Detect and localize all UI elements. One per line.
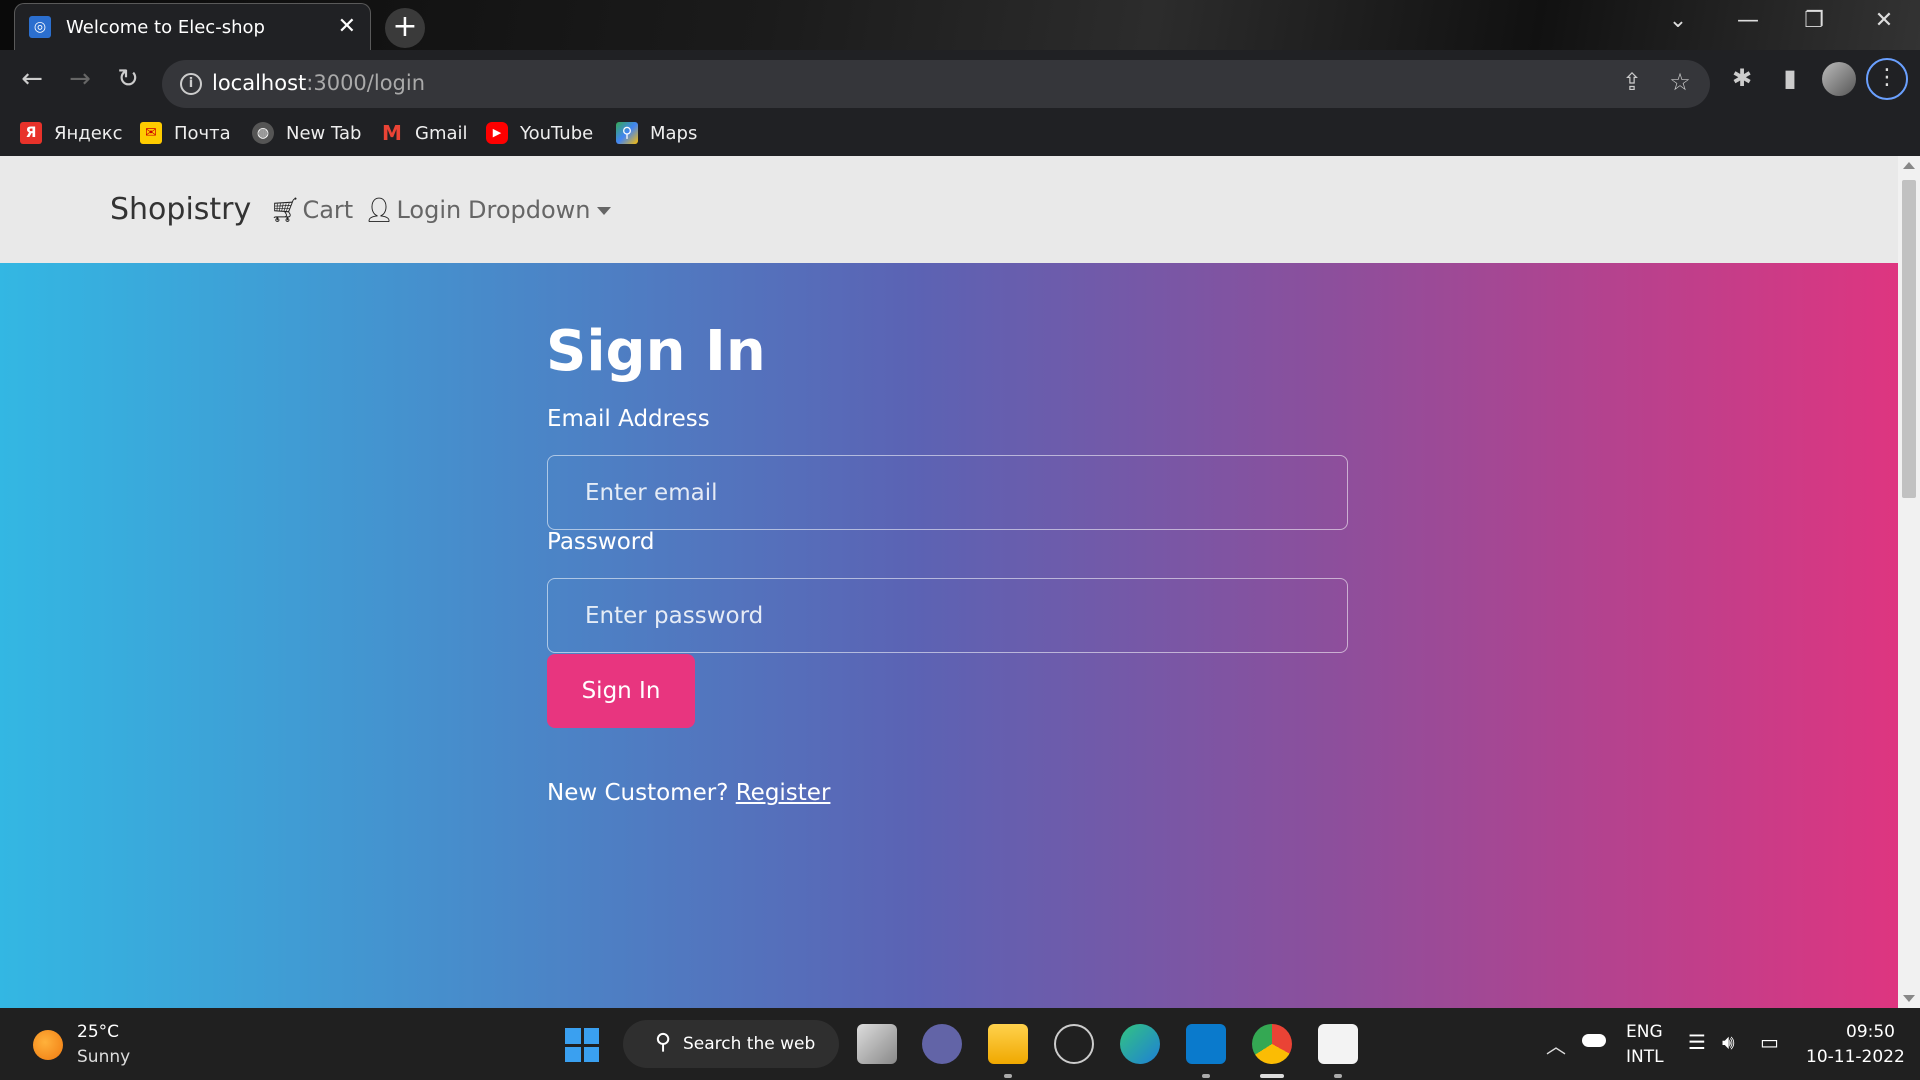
brand-logo[interactable]: Shopistry: [110, 192, 251, 227]
clock-time[interactable]: 09:50: [1846, 1022, 1895, 1042]
bookmark-label: Gmail: [415, 122, 468, 144]
login-section: Sign In Email Address Password Sign In N…: [0, 263, 1898, 1008]
maps-icon: ⚲: [616, 122, 638, 144]
url-path: :3000/login: [306, 71, 426, 95]
window-close-icon[interactable]: ✕: [1864, 8, 1904, 33]
keyboard-layout[interactable]: INTL: [1626, 1047, 1664, 1067]
battery-icon[interactable]: ▭: [1760, 1030, 1779, 1054]
explorer-running-indicator: [1004, 1074, 1012, 1078]
file-explorer-icon[interactable]: [988, 1024, 1028, 1064]
restore-icon[interactable]: ❐: [1794, 8, 1834, 33]
nav-cart-label: Cart: [302, 196, 354, 224]
bookmark-gmail[interactable]: M Gmail: [381, 120, 468, 146]
bookmark-youtube[interactable]: ▶ YouTube: [486, 120, 593, 146]
url-host: localhost: [212, 71, 307, 95]
language-code[interactable]: ENG: [1626, 1022, 1663, 1042]
tab-search-chevron-icon[interactable]: ⌄: [1658, 8, 1698, 33]
vscode-icon[interactable]: [1186, 1024, 1226, 1064]
chrome-icon[interactable]: [1252, 1024, 1292, 1064]
clock-date[interactable]: 10-11-2022: [1806, 1047, 1905, 1067]
bookmark-label: YouTube: [520, 122, 594, 144]
browser-tab-strip: ◎ Welcome to Elec-shop ✕ + ⌄ — ❐ ✕: [0, 0, 1920, 51]
browser-toolbar: ← → ↻ i localhost:3000/login ⇪ ☆ ✱ ▮ ⋮ Я…: [0, 50, 1920, 156]
task-view-icon[interactable]: [857, 1024, 897, 1064]
mail-icon: ✉: [140, 122, 162, 144]
register-link[interactable]: Register: [736, 780, 831, 806]
bookmark-label: Яндекс: [54, 122, 123, 144]
bookmark-label: Maps: [650, 122, 698, 144]
share-icon[interactable]: ⇪: [1616, 68, 1648, 96]
nav-dropdown-label: Dropdown: [468, 196, 591, 224]
new-tab-button[interactable]: +: [385, 8, 425, 48]
nav-cart-link[interactable]: 🛒︎Cart: [270, 196, 353, 224]
snipping-tool-icon[interactable]: [1318, 1024, 1358, 1064]
password-field[interactable]: [547, 578, 1348, 653]
wifi-icon[interactable]: ☰: [1688, 1030, 1706, 1054]
cart-icon: 🛒︎: [270, 196, 301, 224]
yandex-icon: Я: [20, 122, 42, 144]
vscode-running-indicator: [1202, 1074, 1210, 1078]
site-navbar: Shopistry 🛒︎Cart 👤︎Login Dropdown: [0, 156, 1898, 263]
caret-down-icon: [596, 207, 611, 215]
globe-icon: ◍: [252, 122, 274, 144]
browser-menu-icon[interactable]: ⋮: [1866, 58, 1908, 100]
onedrive-cloud-icon[interactable]: [1582, 1034, 1606, 1047]
nav-dropdown-toggle[interactable]: Dropdown: [468, 196, 611, 224]
nav-login-link[interactable]: 👤︎Login: [364, 196, 461, 224]
bookmark-star-icon[interactable]: ☆: [1664, 68, 1696, 96]
tab-favicon-icon: ◎: [29, 16, 51, 38]
email-field[interactable]: [547, 455, 1348, 530]
nav-login-label: Login: [396, 196, 462, 224]
teams-chat-icon[interactable]: [922, 1024, 962, 1064]
weather-description[interactable]: Sunny: [77, 1047, 130, 1067]
bookmark-pochta[interactable]: ✉ Почта: [140, 120, 231, 146]
sign-in-button[interactable]: Sign In: [547, 654, 695, 728]
snipping-running-indicator: [1334, 1074, 1342, 1078]
taskbar-search[interactable]: ⚲ Search the web: [623, 1020, 839, 1068]
bookmark-label: New Tab: [286, 122, 362, 144]
new-customer-text: New Customer? Register: [547, 780, 830, 806]
page-title: Sign In: [546, 319, 766, 384]
chrome-active-indicator: [1260, 1074, 1284, 1078]
email-label: Email Address: [547, 406, 710, 432]
scroll-thumb[interactable]: [1902, 180, 1916, 498]
side-panel-icon[interactable]: ▮: [1772, 64, 1808, 92]
youtube-icon: ▶: [486, 122, 508, 144]
tab-title: Welcome to Elec-shop: [66, 17, 265, 38]
browser-tab[interactable]: ◎ Welcome to Elec-shop ✕: [14, 3, 371, 51]
volume-icon[interactable]: 🔊︎: [1722, 1030, 1735, 1054]
new-customer-label: New Customer?: [547, 780, 736, 806]
sun-icon[interactable]: [33, 1030, 63, 1060]
weather-temperature[interactable]: 25°C: [77, 1022, 119, 1042]
forward-arrow-icon[interactable]: →: [62, 64, 98, 94]
back-arrow-icon[interactable]: ←: [14, 64, 50, 94]
gmail-icon: M: [382, 121, 402, 145]
url-text[interactable]: localhost:3000/login: [212, 71, 425, 95]
password-label: Password: [547, 529, 655, 555]
bookmark-maps[interactable]: ⚲ Maps: [616, 120, 697, 146]
page-viewport: Shopistry 🛒︎Cart 👤︎Login Dropdown Sign I…: [0, 156, 1920, 1008]
windows-taskbar: 25°C Sunny ⚲ Search the web ︿ ENG INTL ☰…: [0, 1008, 1920, 1080]
user-icon: 👤︎: [364, 196, 395, 224]
bookmark-new-tab[interactable]: ◍ New Tab: [252, 120, 361, 146]
address-bar[interactable]: i localhost:3000/login ⇪ ☆: [162, 60, 1710, 108]
search-icon: ⚲: [655, 1030, 672, 1055]
bookmark-label: Почта: [174, 122, 231, 144]
page-scrollbar[interactable]: [1898, 156, 1920, 1008]
edge-icon[interactable]: [1120, 1024, 1160, 1064]
start-button[interactable]: [565, 1028, 599, 1062]
minimize-icon[interactable]: —: [1728, 8, 1768, 33]
tray-overflow-chevron-icon[interactable]: ︿: [1546, 1030, 1566, 1059]
bookmark-yandex[interactable]: Я Яндекс: [20, 120, 123, 146]
search-placeholder: Search the web: [683, 1034, 816, 1054]
reload-icon[interactable]: ↻: [110, 64, 146, 94]
extensions-puzzle-icon[interactable]: ✱: [1724, 64, 1760, 92]
tab-close-icon[interactable]: ✕: [338, 14, 356, 40]
scroll-up-icon[interactable]: [1903, 162, 1915, 169]
site-info-icon[interactable]: i: [180, 73, 202, 95]
bookmarks-bar: Я Яндекс ✉ Почта ◍ New Tab M Gmail ▶ YouTube …: [0, 110, 1920, 156]
scroll-down-icon[interactable]: [1903, 995, 1915, 1002]
dell-icon[interactable]: [1054, 1024, 1094, 1064]
profile-avatar[interactable]: [1822, 62, 1856, 96]
